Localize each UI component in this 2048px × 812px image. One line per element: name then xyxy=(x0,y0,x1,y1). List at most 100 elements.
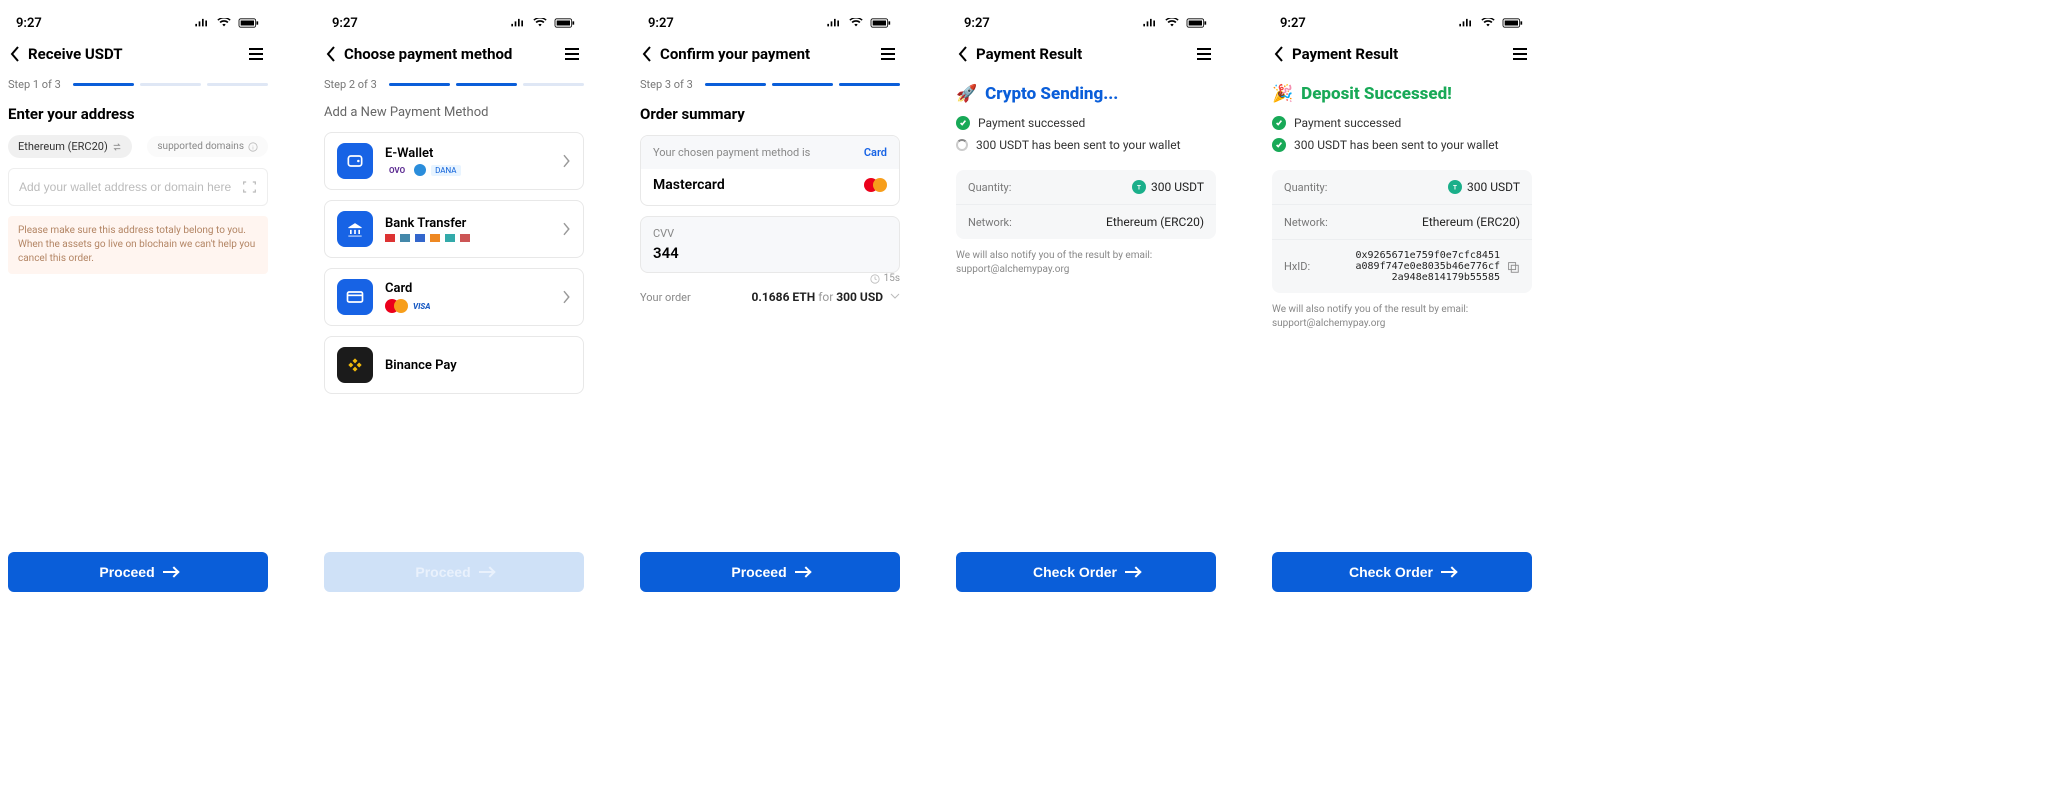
payment-method-ewallet[interactable]: E-Wallet OVO DANA xyxy=(324,132,584,190)
check-order-label: Check Order xyxy=(1349,564,1433,580)
chain-chip-label: Ethereum (ERC20) xyxy=(18,140,108,153)
pm-title: Card xyxy=(385,281,430,296)
step-label: Step 2 of 3 xyxy=(324,78,377,91)
status-time: 9:27 xyxy=(332,16,358,31)
status-bar: 9:27 xyxy=(8,12,268,34)
status-time: 9:27 xyxy=(648,16,674,31)
payment-method-binance[interactable]: Binance Pay xyxy=(324,336,584,394)
step-bar-1 xyxy=(73,83,134,86)
status-indicators xyxy=(1454,16,1524,31)
back-icon[interactable] xyxy=(10,46,20,62)
step-indicator: Step 2 of 3 xyxy=(324,78,584,91)
back-icon[interactable] xyxy=(958,46,968,62)
proceed-button-label: Proceed xyxy=(731,564,786,580)
section-subtitle: Add a New Payment Method xyxy=(324,105,584,120)
check-order-label: Check Order xyxy=(1033,564,1117,580)
tether-icon: T xyxy=(1132,180,1146,194)
back-icon[interactable] xyxy=(1274,46,1284,62)
menu-icon[interactable] xyxy=(1194,44,1214,64)
status-line-1: Payment successed xyxy=(1272,116,1532,130)
result-title: 🚀 Crypto Sending... xyxy=(956,84,1216,104)
cvv-label: CVV xyxy=(653,227,674,240)
back-icon[interactable] xyxy=(642,46,652,62)
payment-method-card[interactable]: Card VISA xyxy=(324,268,584,326)
detail-card: Quantity: T 300 USDT Network: Ethereum (… xyxy=(956,170,1216,239)
step-bar-2 xyxy=(140,83,201,86)
step-bar-1 xyxy=(389,83,450,86)
net-label: Network: xyxy=(1284,216,1328,229)
rocket-icon: 🚀 xyxy=(956,84,977,104)
proceed-button[interactable]: Proceed xyxy=(640,552,900,592)
address-input-box[interactable] xyxy=(8,168,268,206)
screen-payment-method: 9:27 Choose payment method Step 2 of 3 A… xyxy=(324,12,584,592)
chosen-value: Mastercard xyxy=(653,177,725,193)
supported-domains-chip[interactable]: supported domains i xyxy=(147,136,268,157)
header: Choose payment method xyxy=(324,34,584,74)
cvv-value: 344 xyxy=(653,244,679,262)
status-indicators xyxy=(190,16,260,31)
payment-method-bank[interactable]: Bank Transfer xyxy=(324,200,584,258)
back-icon[interactable] xyxy=(326,46,336,62)
qty-label: Quantity: xyxy=(968,181,1011,194)
proceed-button-label: Proceed xyxy=(99,564,154,580)
ewallet-icon xyxy=(337,143,373,179)
proceed-button[interactable]: Proceed xyxy=(8,552,268,592)
pm-title: E-Wallet xyxy=(385,146,461,161)
page-title: Payment Result xyxy=(1292,45,1398,63)
your-order-value: 0.1686 ETH for 300 USD xyxy=(752,290,900,304)
pm-logos: VISA xyxy=(385,299,430,313)
menu-icon[interactable] xyxy=(246,44,266,64)
step-indicator: Step 1 of 3 xyxy=(8,78,268,91)
step-bar-1 xyxy=(705,83,766,86)
step-bar-3 xyxy=(207,83,268,86)
your-order-label: Your order xyxy=(640,291,691,304)
proceed-button-label: Proceed xyxy=(415,564,470,580)
status-indicators xyxy=(1138,16,1208,31)
menu-icon[interactable] xyxy=(878,44,898,64)
step-bar-2 xyxy=(772,83,833,86)
swap-icon xyxy=(112,142,122,152)
cvv-card[interactable]: CVV 344 xyxy=(640,216,900,273)
your-order-row[interactable]: Your order 0.1686 ETH for 300 USD xyxy=(640,290,900,304)
net-value: Ethereum (ERC20) xyxy=(1106,215,1204,229)
status-line-1: Payment successed xyxy=(956,116,1216,130)
check-order-button[interactable]: Check Order xyxy=(1272,552,1532,592)
address-input[interactable] xyxy=(19,180,242,194)
page-title: Receive USDT xyxy=(28,45,123,63)
qty-label: Quantity: xyxy=(1284,181,1327,194)
menu-icon[interactable] xyxy=(1510,44,1530,64)
chevron-right-icon xyxy=(563,290,571,304)
arrow-right-icon xyxy=(1441,571,1455,573)
notify-line1: We will also notify you of the result by… xyxy=(1272,303,1532,317)
scan-icon[interactable] xyxy=(242,179,257,195)
status-bar: 9:27 xyxy=(324,12,584,34)
status1-text: Payment successed xyxy=(1294,116,1401,130)
notify-text: We will also notify you of the result by… xyxy=(1272,303,1532,331)
status-line-2: 300 USDT has been sent to your wallet xyxy=(956,138,1216,152)
pm-title: Binance Pay xyxy=(385,358,457,373)
copy-icon[interactable] xyxy=(1506,260,1520,274)
status-indicators xyxy=(822,16,892,31)
svg-text:T: T xyxy=(1137,183,1141,191)
net-value: Ethereum (ERC20) xyxy=(1422,215,1520,229)
chain-chip[interactable]: Ethereum (ERC20) xyxy=(8,135,132,158)
status1-text: Payment successed xyxy=(978,116,1085,130)
card-icon xyxy=(337,279,373,315)
menu-icon[interactable] xyxy=(562,44,582,64)
result-title: 🎉 Deposit Successed! xyxy=(1272,84,1532,104)
check-order-button[interactable]: Check Order xyxy=(956,552,1216,592)
screen-result-sending: 9:27 Payment Result 🚀 Crypto Sending... … xyxy=(956,12,1216,592)
header: Payment Result xyxy=(1272,34,1532,74)
arrow-right-icon xyxy=(163,571,177,573)
step-label: Step 1 of 3 xyxy=(8,78,61,91)
qty-value: 300 USDT xyxy=(1467,180,1520,194)
status-time: 9:27 xyxy=(1280,16,1306,31)
order-for: for xyxy=(818,290,833,304)
status-time: 9:27 xyxy=(964,16,990,31)
bank-icon xyxy=(337,211,373,247)
change-card-link[interactable]: Card xyxy=(864,146,887,159)
page-title: Payment Result xyxy=(976,45,1082,63)
screen-result-success: 9:27 Payment Result 🎉 Deposit Successed!… xyxy=(1272,12,1532,592)
status-bar: 9:27 xyxy=(956,12,1216,34)
binance-icon xyxy=(337,347,373,383)
